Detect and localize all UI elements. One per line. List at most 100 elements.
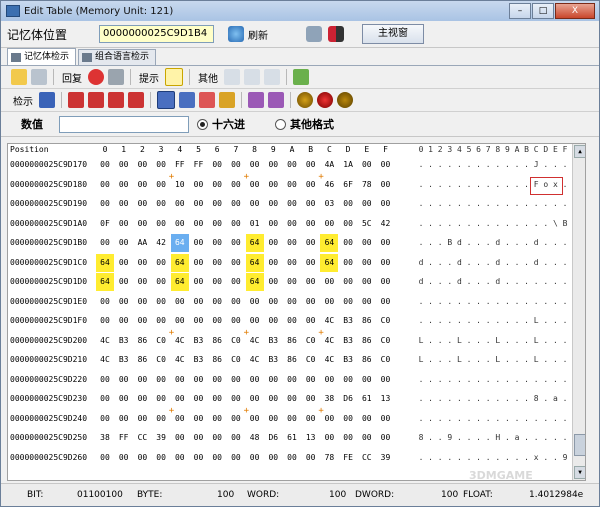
byte-cell[interactable]: 4C: [96, 332, 114, 350]
byte-cell[interactable]: 00: [96, 390, 114, 408]
byte-cell[interactable]: 00: [152, 293, 170, 311]
byte-cell[interactable]: 00: [264, 410, 282, 428]
byte-cell[interactable]: 00: [264, 371, 282, 389]
byte-cell[interactable]: 00: [227, 371, 245, 389]
byte-cell[interactable]: 78: [320, 449, 338, 467]
byte-cell[interactable]: 00: [96, 176, 114, 194]
byte-cell[interactable]: 00: [358, 156, 376, 174]
byte-cell[interactable]: 64: [320, 234, 339, 252]
byte-cell[interactable]: 00: [208, 293, 226, 311]
byte-cell[interactable]: 00: [227, 176, 245, 194]
byte-cell[interactable]: 00: [302, 195, 320, 213]
byte-cell[interactable]: 00: [115, 390, 133, 408]
tab-memory-view[interactable]: 记忆体检示: [7, 48, 77, 65]
byte-cell[interactable]: 00: [246, 371, 264, 389]
byte-cell[interactable]: 00: [283, 371, 301, 389]
byte-cell[interactable]: 00: [283, 293, 301, 311]
font-icon[interactable]: [39, 92, 55, 108]
byte-cell[interactable]: 00: [283, 234, 301, 252]
byte-cell[interactable]: B3: [115, 351, 133, 369]
byte-cell[interactable]: 00: [152, 390, 170, 408]
byte-cell[interactable]: 00: [302, 449, 320, 467]
minimize-button[interactable]: –: [509, 3, 531, 19]
byte-cell[interactable]: 00: [208, 273, 226, 291]
byte-cell[interactable]: 64: [96, 273, 114, 291]
byte-cell[interactable]: 00: [133, 195, 151, 213]
byte-cell[interactable]: 00: [339, 410, 357, 428]
copy-icon[interactable]: [244, 69, 260, 85]
byte-cell[interactable]: 5C: [358, 215, 376, 233]
clipboard-icon[interactable]: [31, 69, 47, 85]
byte-cell[interactable]: 00: [377, 234, 395, 252]
vertical-scrollbar[interactable]: ▲ ▼: [572, 144, 585, 480]
byte-cell[interactable]: FF: [190, 156, 208, 174]
byte-cell[interactable]: 00: [190, 234, 208, 252]
byte-cell[interactable]: 00: [152, 156, 170, 174]
float-view-icon-2[interactable]: [268, 92, 284, 108]
byte-cell[interactable]: 00: [115, 254, 133, 272]
byte-cell[interactable]: 00: [377, 176, 395, 194]
refresh-icon[interactable]: [228, 26, 244, 42]
byte-cell[interactable]: FF: [115, 429, 133, 447]
byte-cell[interactable]: 38: [96, 429, 114, 447]
byte-cell[interactable]: 00: [377, 293, 395, 311]
radio-hex[interactable]: 十六进: [197, 116, 245, 132]
byte-cell[interactable]: 00: [227, 215, 245, 233]
byte-cell[interactable]: C0: [227, 332, 245, 350]
scroll-down-button[interactable]: ▼: [574, 466, 585, 479]
byte-cell[interactable]: 00: [152, 410, 170, 428]
byte-cell[interactable]: 00: [190, 273, 208, 291]
byte-cell[interactable]: 86: [133, 332, 151, 350]
byte-cell[interactable]: 00: [208, 410, 226, 428]
byte-cell[interactable]: 00: [283, 410, 301, 428]
byte-cell[interactable]: 00: [115, 195, 133, 213]
byte-cell[interactable]: 00: [133, 312, 151, 330]
circle-icon-2[interactable]: [337, 92, 353, 108]
close-button[interactable]: X: [555, 3, 595, 19]
book-icon[interactable]: [328, 26, 344, 42]
byte-cell[interactable]: 00: [320, 215, 338, 233]
byte-cell[interactable]: 00: [171, 429, 189, 447]
byte-cell[interactable]: 00: [339, 195, 357, 213]
byte-cell[interactable]: 64: [170, 273, 189, 291]
byte-cell[interactable]: 00: [208, 176, 226, 194]
byte-cell[interactable]: 00: [133, 390, 151, 408]
byte-cell[interactable]: 00: [190, 371, 208, 389]
byte-cell[interactable]: 00: [190, 449, 208, 467]
byte-cell[interactable]: 00: [377, 195, 395, 213]
byte-cell[interactable]: 00: [302, 215, 320, 233]
byte-cell[interactable]: B3: [264, 332, 282, 350]
byte-cell[interactable]: D6: [264, 429, 282, 447]
byte-cell[interactable]: 86: [358, 351, 376, 369]
byte-cell[interactable]: 4C: [246, 351, 264, 369]
byte-cell[interactable]: 00: [358, 410, 376, 428]
hex-view-icon-4[interactable]: [219, 92, 235, 108]
byte-cell[interactable]: 00: [208, 234, 226, 252]
byte-cell[interactable]: 00: [302, 234, 320, 252]
byte-cell[interactable]: 42: [152, 234, 170, 252]
byte-cell[interactable]: 00: [339, 234, 357, 252]
hex-view-icon-2[interactable]: [179, 92, 195, 108]
byte-cell[interactable]: 64: [245, 273, 264, 291]
byte-cell[interactable]: 00: [133, 449, 151, 467]
dec-view-icon-3[interactable]: [108, 92, 124, 108]
byte-cell[interactable]: 00: [115, 449, 133, 467]
byte-cell[interactable]: 64: [320, 253, 339, 272]
byte-cell[interactable]: 00: [264, 254, 282, 272]
byte-cell[interactable]: 00: [115, 293, 133, 311]
byte-cell[interactable]: C0: [152, 351, 170, 369]
byte-cell[interactable]: 1A: [339, 156, 357, 174]
byte-cell[interactable]: 86: [208, 351, 226, 369]
byte-cell[interactable]: 00: [115, 312, 133, 330]
byte-cell[interactable]: D6: [339, 390, 357, 408]
stack-icon[interactable]: [293, 69, 309, 85]
byte-cell[interactable]: 00: [115, 273, 133, 291]
byte-cell[interactable]: 00: [339, 293, 357, 311]
byte-cell[interactable]: 00: [133, 371, 151, 389]
byte-cell[interactable]: 00: [96, 449, 114, 467]
byte-cell[interactable]: 00: [264, 449, 282, 467]
byte-cell[interactable]: 00: [190, 312, 208, 330]
record-icon[interactable]: [317, 92, 333, 108]
byte-cell[interactable]: 00: [283, 176, 301, 194]
byte-cell[interactable]: 00: [133, 156, 151, 174]
